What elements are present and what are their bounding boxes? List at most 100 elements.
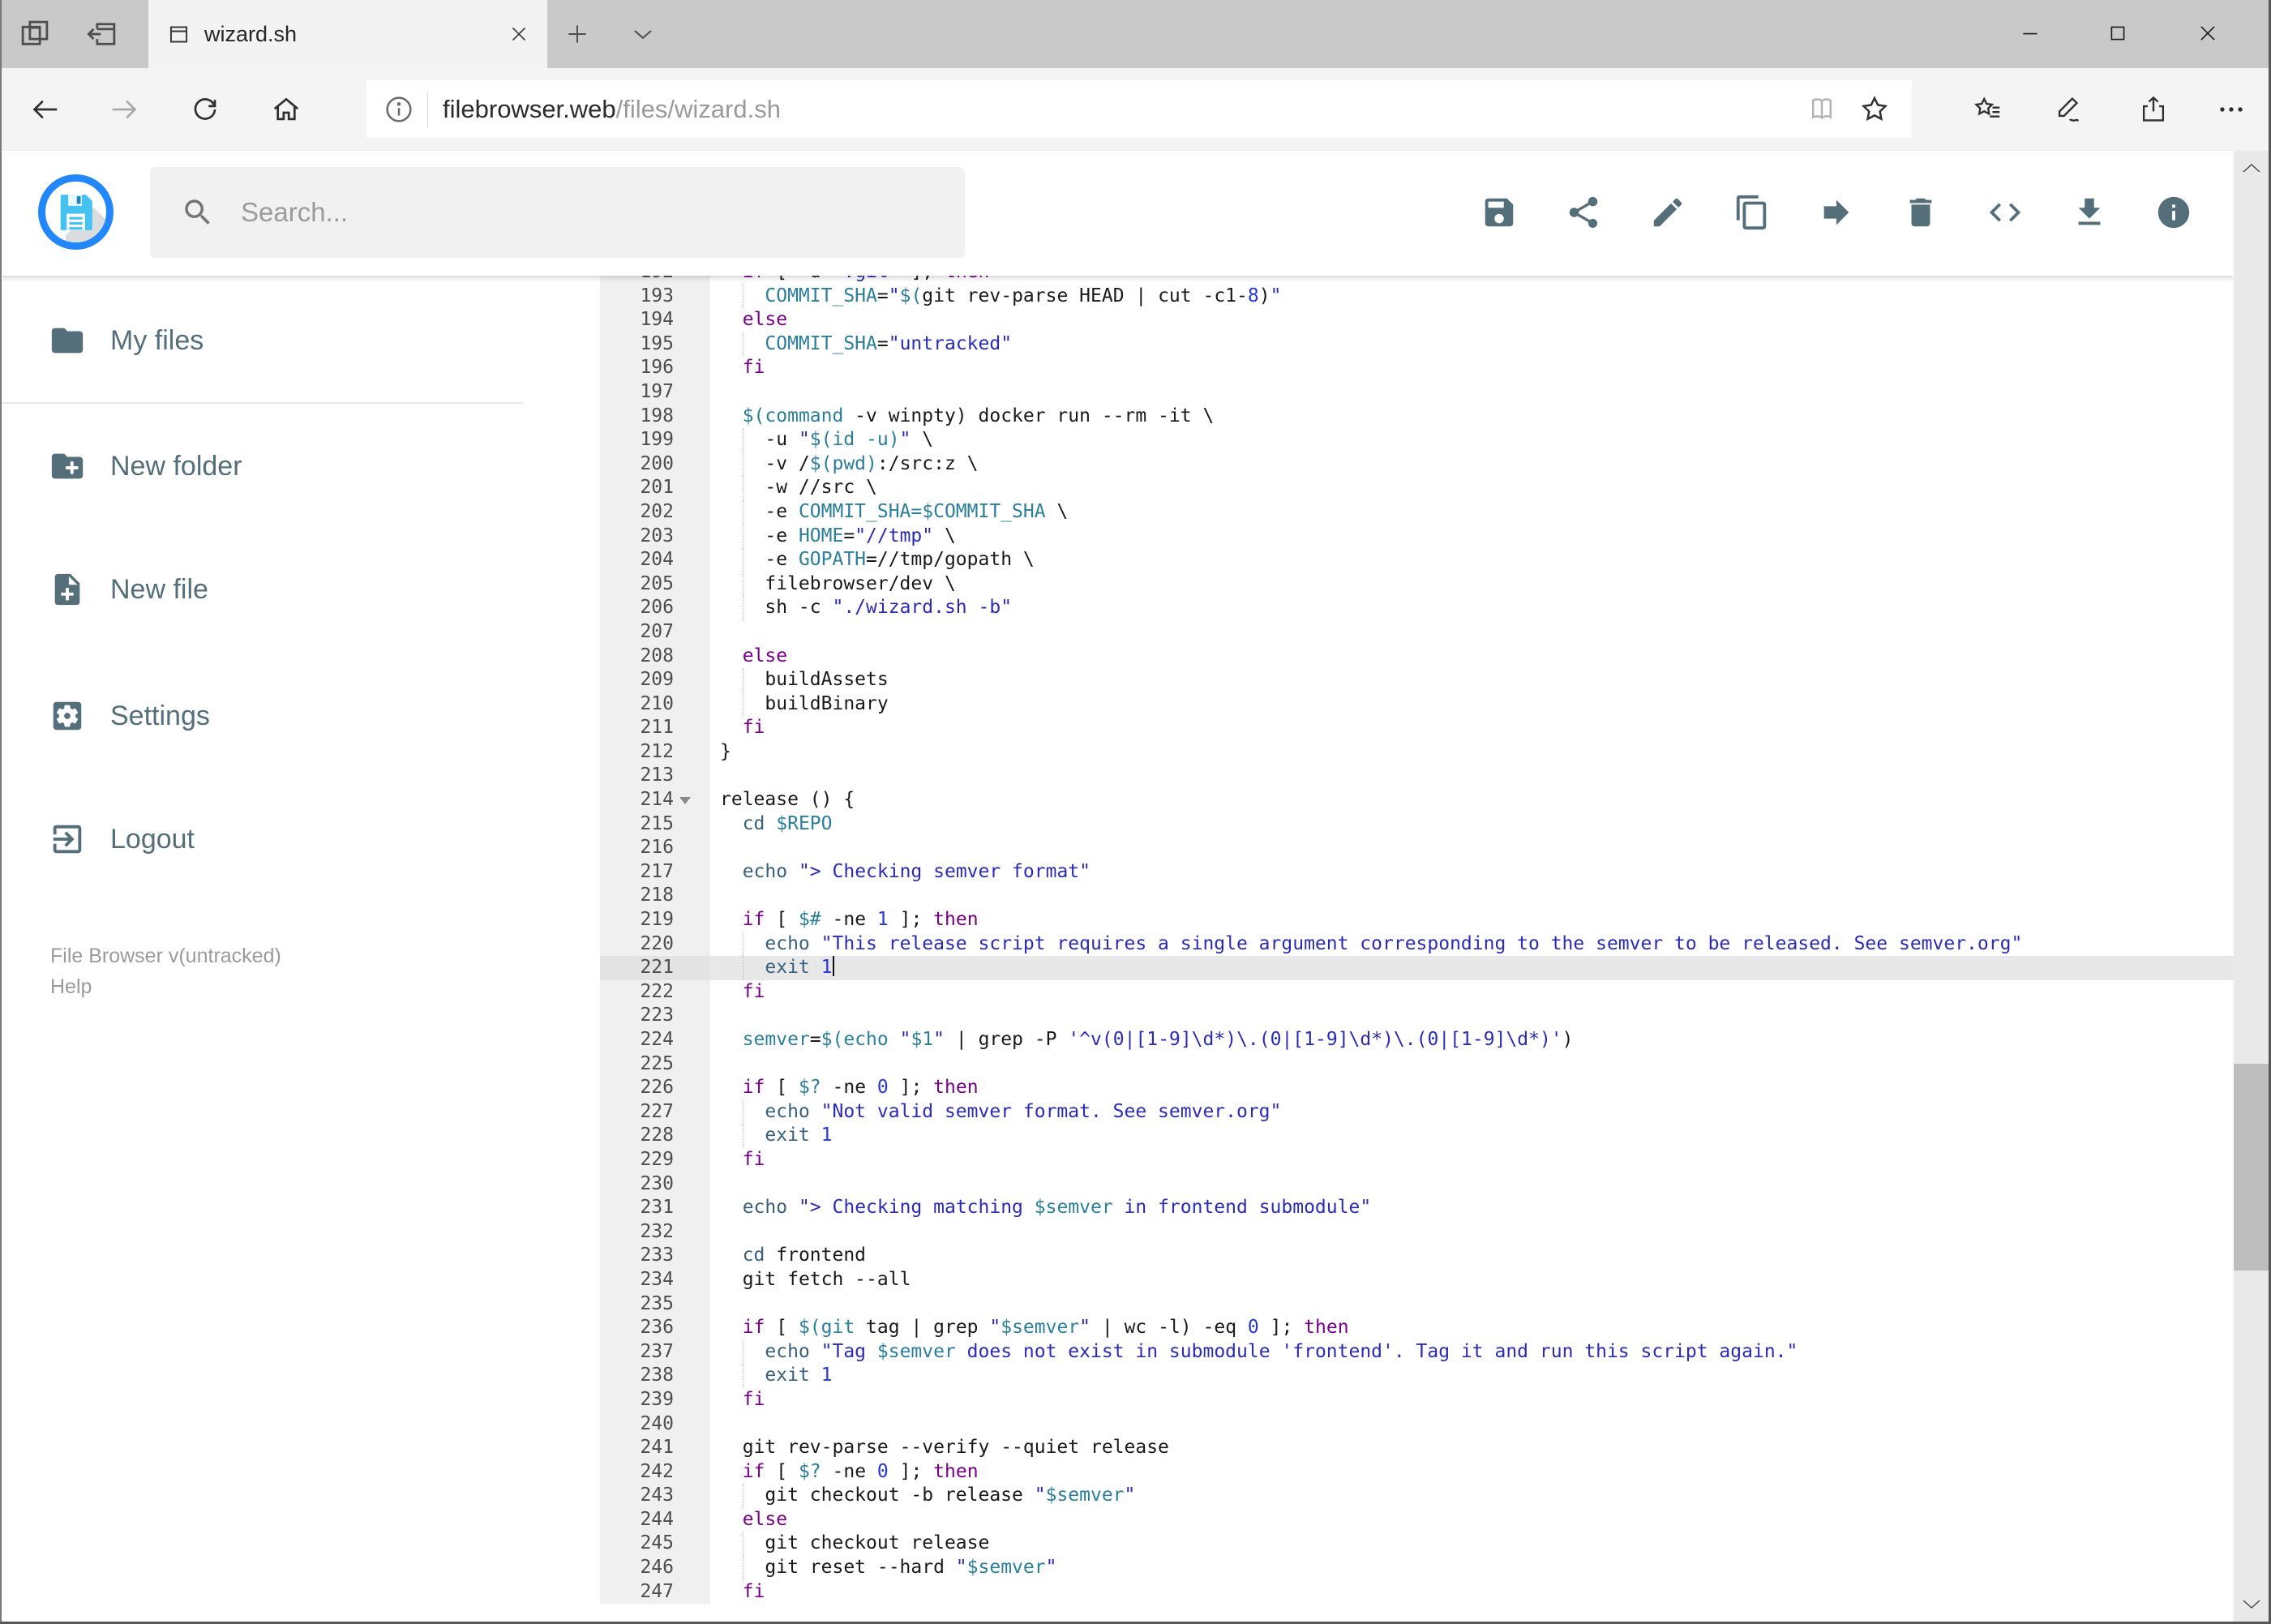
browser-navbar: filebrowser.web/files/wizard.sh bbox=[0, 68, 2271, 151]
scrollbar-up-arrow[interactable] bbox=[2234, 151, 2269, 185]
gutter-line-number: 199 bbox=[600, 428, 709, 452]
code-line-193: 193 COMMIT_SHA="$(git rev-parse HEAD | c… bbox=[600, 284, 2234, 309]
code-line-247: 247 fi bbox=[600, 1579, 2234, 1605]
gutter-line-number: 206 bbox=[600, 596, 709, 620]
edit-button[interactable] bbox=[1649, 194, 1686, 231]
sidebar-item-new-file[interactable]: New file bbox=[0, 553, 523, 626]
url-bar[interactable]: filebrowser.web/files/wizard.sh bbox=[366, 80, 1912, 138]
settings-icon bbox=[53, 701, 82, 731]
code-line-204: 204 -e GOPATH=//tmp/gopath \ bbox=[600, 548, 2234, 572]
code-line-244: 244 else bbox=[600, 1507, 2234, 1532]
sidebar-item-label: My files bbox=[110, 324, 204, 356]
search-icon bbox=[185, 199, 210, 225]
code-line-203: 203 -e HOME="//tmp" \ bbox=[600, 524, 2234, 549]
gutter-line-number: 225 bbox=[600, 1052, 709, 1077]
delete-button[interactable] bbox=[1902, 194, 1939, 231]
tabs-dropdown-chevron-icon[interactable] bbox=[631, 24, 655, 45]
gutter-line-number: 194 bbox=[600, 308, 709, 332]
more-options-icon[interactable] bbox=[2216, 94, 2247, 125]
sidebar-item-settings[interactable]: Settings bbox=[0, 679, 523, 752]
gutter-line-number: 198 bbox=[600, 404, 709, 429]
code-line-211: 211 fi bbox=[600, 716, 2234, 740]
code-line-194: 194 else bbox=[600, 308, 2234, 332]
info-button[interactable] bbox=[2155, 194, 2192, 231]
code-line-223: 223 bbox=[600, 1004, 2234, 1028]
search-box[interactable] bbox=[150, 167, 965, 258]
code-line-209: 209 buildAssets bbox=[600, 668, 2234, 692]
favorite-star-icon[interactable] bbox=[1858, 93, 1891, 126]
sidebar-item-label: Logout bbox=[110, 823, 195, 855]
gutter-line-number: 212 bbox=[600, 739, 709, 765]
code-line-222: 222 fi bbox=[600, 979, 2234, 1005]
tab-close-icon[interactable] bbox=[508, 24, 529, 45]
gutter-line-number: 234 bbox=[600, 1267, 709, 1292]
window-maximize-button[interactable] bbox=[2099, 8, 2136, 58]
gutter-line-number: 220 bbox=[600, 932, 709, 957]
gutter-line-number: 222 bbox=[600, 979, 709, 1005]
scrollbar-down-arrow[interactable] bbox=[2234, 1588, 2269, 1622]
gutter-line-number: 195 bbox=[600, 332, 709, 357]
new-tab-plus-icon[interactable] bbox=[564, 21, 590, 47]
home-icon[interactable] bbox=[271, 94, 302, 125]
scrollbar-thumb[interactable] bbox=[2234, 1064, 2269, 1270]
code-line-228: 228 exit 1 bbox=[600, 1124, 2234, 1148]
code-line-239: 239 fi bbox=[600, 1387, 2234, 1412]
move-button[interactable] bbox=[1818, 194, 1855, 231]
favorites-hub-icon[interactable] bbox=[1973, 94, 2003, 125]
set-tabs-aside-icon[interactable] bbox=[85, 17, 119, 51]
code-line-246: 246 git reset --hard "$semver" bbox=[600, 1556, 2234, 1580]
gutter-line-number: 215 bbox=[600, 812, 709, 837]
chevron-down-icon bbox=[2242, 1600, 2260, 1609]
save-button[interactable] bbox=[1480, 194, 1518, 231]
sidebar-item-logout[interactable]: Logout bbox=[0, 803, 523, 876]
fold-arrow-icon[interactable] bbox=[679, 797, 691, 805]
gutter-line-number: 242 bbox=[600, 1459, 709, 1485]
gutter-line-number: 207 bbox=[600, 619, 709, 645]
folder-icon bbox=[51, 328, 84, 354]
gutter-line-number: 245 bbox=[600, 1532, 709, 1557]
url-text: filebrowser.web/files/wizard.sh bbox=[443, 95, 1806, 124]
code-line-205: 205 filebrowser/dev \ bbox=[600, 572, 2234, 597]
code-line-233: 233 cd frontend bbox=[600, 1244, 2234, 1268]
page-scrollbar[interactable] bbox=[2234, 151, 2269, 1622]
gutter-line-number: 235 bbox=[600, 1292, 709, 1317]
tab-preview-icon[interactable] bbox=[18, 17, 52, 51]
sidebar-item-new-folder[interactable]: New folder bbox=[0, 430, 523, 503]
code-button[interactable] bbox=[1986, 194, 2024, 231]
code-line-234: 234 git fetch --all bbox=[600, 1267, 2234, 1292]
code-line-221: 221 exit 1 bbox=[600, 956, 2234, 980]
gutter-line-number: 214 bbox=[600, 788, 709, 812]
back-icon[interactable] bbox=[30, 94, 61, 125]
gutter-line-number: 233 bbox=[600, 1244, 709, 1268]
code-line-195: 195 COMMIT_SHA="untracked" bbox=[600, 332, 2234, 357]
browser-tab[interactable]: wizard.sh bbox=[148, 0, 547, 68]
code-editor[interactable]: 192 if [ -d ".git" ]; then193 COMMIT_SHA… bbox=[600, 276, 2234, 1622]
web-notes-pen-icon[interactable] bbox=[2054, 94, 2085, 125]
window-minimize-button[interactable] bbox=[2012, 8, 2049, 58]
window-close-button[interactable] bbox=[2189, 8, 2226, 58]
code-line-230: 230 bbox=[600, 1172, 2234, 1197]
gutter-line-number: 192 bbox=[600, 276, 709, 285]
gutter-line-number: 231 bbox=[600, 1196, 709, 1220]
refresh-icon[interactable] bbox=[190, 94, 221, 125]
sidebar-item-my-files[interactable]: My files bbox=[0, 304, 523, 377]
download-button[interactable] bbox=[2071, 194, 2108, 231]
code-line-241: 241 git rev-parse --verify --quiet relea… bbox=[600, 1436, 2234, 1460]
gutter-line-number: 237 bbox=[600, 1339, 709, 1365]
filebrowser-logo[interactable] bbox=[38, 174, 114, 250]
search-input[interactable] bbox=[239, 196, 923, 229]
info-icon[interactable] bbox=[383, 93, 415, 126]
share-button[interactable] bbox=[1565, 194, 1602, 231]
reading-view-icon[interactable] bbox=[1806, 94, 1837, 125]
gutter-line-number: 229 bbox=[600, 1147, 709, 1172]
gutter-line-number: 201 bbox=[600, 476, 709, 500]
forward-icon[interactable] bbox=[109, 94, 139, 125]
help-link[interactable]: Help bbox=[50, 971, 281, 1002]
code-line-202: 202 -e COMMIT_SHA=$COMMIT_SHA \ bbox=[600, 499, 2234, 525]
copy-button[interactable] bbox=[1733, 194, 1771, 231]
url-path: /files/wizard.sh bbox=[615, 94, 781, 123]
sidebar-item-label: Settings bbox=[110, 700, 210, 731]
share-icon[interactable] bbox=[2138, 94, 2169, 125]
gutter-line-number: 232 bbox=[600, 1219, 709, 1245]
gutter-line-number: 241 bbox=[600, 1436, 709, 1460]
